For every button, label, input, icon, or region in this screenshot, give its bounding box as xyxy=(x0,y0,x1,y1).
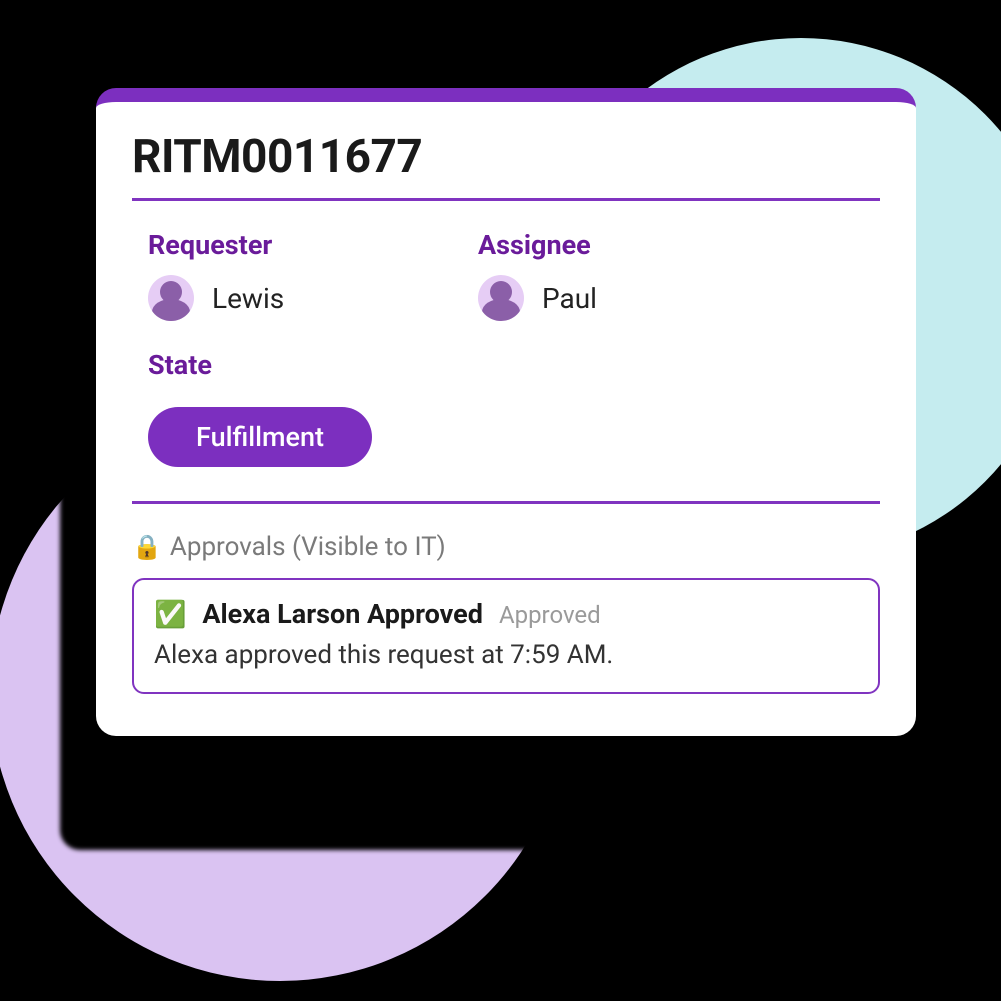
requester-field: Requester Lewis xyxy=(148,229,408,321)
approvals-section-label: 🔒 Approvals (Visible to IT) xyxy=(132,532,880,562)
avatar-icon xyxy=(148,275,194,321)
approval-title: Alexa Larson Approved xyxy=(202,598,483,630)
state-label: State xyxy=(148,349,880,381)
approval-status: Approved xyxy=(499,601,601,629)
lock-icon: 🔒 xyxy=(132,533,162,561)
avatar-icon xyxy=(478,275,524,321)
check-icon: ✅ xyxy=(154,600,186,630)
divider xyxy=(132,501,880,504)
assignee-field: Assignee Paul xyxy=(478,229,738,321)
ticket-id: RITM0011677 xyxy=(132,130,880,184)
assignee-name: Paul xyxy=(542,282,597,315)
fields-row: Requester Lewis Assignee Paul xyxy=(132,229,880,321)
approval-item[interactable]: ✅ Alexa Larson Approved Approved Alexa a… xyxy=(132,578,880,694)
requester-name: Lewis xyxy=(212,282,284,315)
assignee-person[interactable]: Paul xyxy=(478,275,738,321)
approval-body: Alexa approved this request at 7:59 AM. xyxy=(154,640,858,670)
requester-person[interactable]: Lewis xyxy=(148,275,408,321)
assignee-label: Assignee xyxy=(478,229,738,261)
approvals-label-text: Approvals (Visible to IT) xyxy=(170,532,446,562)
state-field: State Fulfillment xyxy=(132,349,880,467)
divider xyxy=(132,198,880,201)
state-pill[interactable]: Fulfillment xyxy=(148,407,372,467)
ticket-card: RITM0011677 Requester Lewis Assignee xyxy=(96,88,916,736)
requester-label: Requester xyxy=(148,229,408,261)
